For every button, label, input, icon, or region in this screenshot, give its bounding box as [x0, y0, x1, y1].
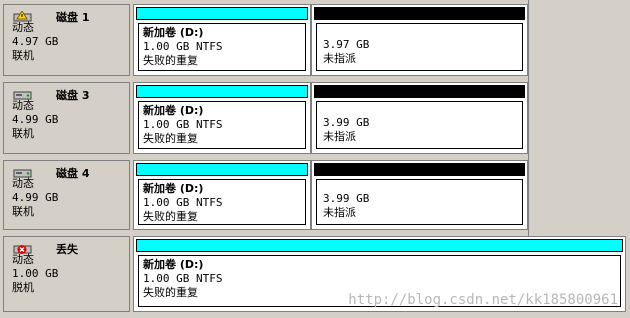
unallocated-label: 未指派 — [323, 206, 356, 219]
disk-info-missing[interactable]: 丢失 动态 1.00 GB 脱机 — [3, 236, 130, 312]
unallocated-color-bar — [314, 163, 525, 176]
disk-name: 磁盘 1 — [56, 11, 90, 24]
disk-type: 动态 — [12, 253, 34, 266]
volume-title: 新加卷 (D:) — [143, 182, 204, 195]
disk-type: 动态 — [12, 99, 34, 112]
volume-state: 失败的重复 — [143, 210, 198, 223]
disk-row-4[interactable]: 磁盘 4 动态 4.99 GB 联机 新加卷 (D:) 1.00 GB NTFS… — [0, 160, 630, 230]
disk-status: 联机 — [12, 49, 34, 62]
volume-title: 新加卷 (D:) — [143, 258, 204, 271]
unallocated-partition[interactable]: 3.97 GB 未指派 — [311, 4, 528, 76]
volume-fs: 1.00 GB NTFS — [143, 196, 223, 209]
disk-row-3[interactable]: 磁盘 3 动态 4.99 GB 联机 新加卷 (D:) 1.00 GB NTFS… — [0, 82, 630, 154]
volume-fs: 1.00 GB NTFS — [143, 118, 223, 131]
partition-area: 新加卷 (D:) 1.00 GB NTFS 失败的重复 3.99 GB 未指派 — [133, 82, 528, 154]
volume-state: 失败的重复 — [143, 286, 198, 299]
disk-info-3[interactable]: 磁盘 3 动态 4.99 GB 联机 — [3, 82, 130, 154]
volume-details: 新加卷 (D:) 1.00 GB NTFS 失败的重复 — [138, 101, 306, 149]
disk-name: 磁盘 3 — [56, 89, 90, 102]
disk-name: 磁盘 4 — [56, 167, 90, 180]
unallocated-color-bar — [314, 85, 525, 98]
volume-title: 新加卷 (D:) — [143, 26, 204, 39]
volume-details: 新加卷 (D:) 1.00 GB NTFS 失败的重复 — [138, 179, 306, 225]
volume-state: 失败的重复 — [143, 132, 198, 145]
volume-color-bar — [136, 163, 308, 176]
partition-area: 新加卷 (D:) 1.00 GB NTFS 失败的重复 3.97 GB 未指派 — [133, 4, 528, 76]
right-divider — [528, 0, 529, 236]
unallocated-size: 3.99 GB — [323, 116, 370, 129]
volume-d-partition[interactable]: 新加卷 (D:) 1.00 GB NTFS 失败的重复 — [133, 4, 311, 76]
disk-size: 4.99 GB — [12, 113, 59, 126]
disk-name: 丢失 — [56, 243, 78, 256]
unallocated-size: 3.97 GB — [323, 38, 370, 51]
disk-status: 联机 — [12, 127, 34, 140]
unallocated-size: 3.99 GB — [323, 192, 370, 205]
volume-title: 新加卷 (D:) — [143, 104, 204, 117]
volume-color-bar — [136, 239, 623, 252]
volume-color-bar — [136, 7, 308, 20]
disk-info-4[interactable]: 磁盘 4 动态 4.99 GB 联机 — [3, 160, 130, 230]
volume-d-partition[interactable]: 新加卷 (D:) 1.00 GB NTFS 失败的重复 — [133, 82, 311, 154]
unallocated-partition[interactable]: 3.99 GB 未指派 — [311, 160, 528, 230]
disk-info-1[interactable]: 磁盘 1 动态 4.97 GB 联机 — [3, 4, 130, 76]
volume-d-partition[interactable]: 新加卷 (D:) 1.00 GB NTFS 失败的重复 — [133, 160, 311, 230]
unallocated-details: 3.97 GB 未指派 — [316, 23, 523, 71]
partition-area: 新加卷 (D:) 1.00 GB NTFS 失败的重复 3.99 GB 未指派 — [133, 160, 528, 230]
disk-size: 4.99 GB — [12, 191, 59, 204]
unallocated-details: 3.99 GB 未指派 — [316, 179, 523, 225]
volume-fs: 1.00 GB NTFS — [143, 40, 223, 53]
unallocated-partition[interactable]: 3.99 GB 未指派 — [311, 82, 528, 154]
disk-row-1[interactable]: 磁盘 1 动态 4.97 GB 联机 新加卷 (D:) 1.00 GB NTFS… — [0, 4, 630, 76]
unallocated-details: 3.99 GB 未指派 — [316, 101, 523, 149]
disk-type: 动态 — [12, 21, 34, 34]
volume-details: 新加卷 (D:) 1.00 GB NTFS 失败的重复 — [138, 23, 306, 71]
volume-fs: 1.00 GB NTFS — [143, 272, 223, 285]
disk-size: 1.00 GB — [12, 267, 59, 280]
volume-color-bar — [136, 85, 308, 98]
disk-size: 4.97 GB — [12, 35, 59, 48]
unallocated-label: 未指派 — [323, 52, 356, 65]
disk-type: 动态 — [12, 177, 34, 190]
watermark: http://blog.csdn.net/kk185800961 — [348, 292, 618, 308]
unallocated-label: 未指派 — [323, 130, 356, 143]
bottom-strip — [0, 312, 630, 318]
unallocated-color-bar — [314, 7, 525, 20]
disk-status: 联机 — [12, 205, 34, 218]
volume-state: 失败的重复 — [143, 54, 198, 67]
disk-status: 脱机 — [12, 281, 34, 294]
